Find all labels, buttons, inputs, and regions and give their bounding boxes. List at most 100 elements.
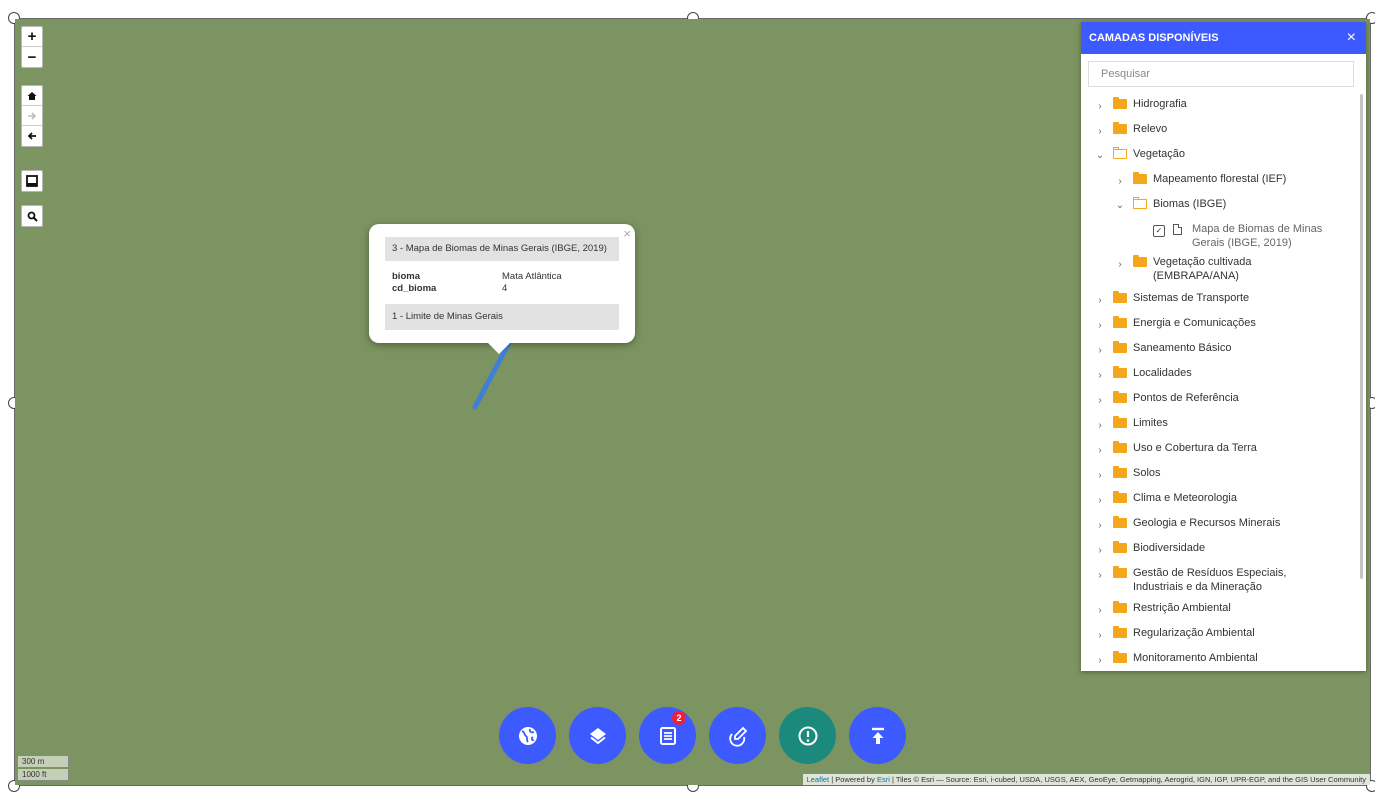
chevron-right-icon[interactable]: › xyxy=(1095,545,1105,556)
layer-search-input[interactable] xyxy=(1088,61,1354,87)
layer-tree-item[interactable]: › Uso e Cobertura da Terra xyxy=(1081,441,1257,461)
chevron-right-icon[interactable]: › xyxy=(1095,630,1105,641)
layer-tree-item[interactable]: › Localidades xyxy=(1081,366,1192,386)
layer-tree-label: Solos xyxy=(1133,467,1161,479)
layer-tree-label: Vegetação xyxy=(1133,148,1185,160)
layers-panel-title: CAMADAS DISPONÍVEIS xyxy=(1089,32,1219,44)
legend-count-badge: 2 xyxy=(672,711,686,725)
attribution-text: | Powered by xyxy=(829,775,877,784)
layer-tree-label: Energia e Comunicações xyxy=(1133,317,1256,329)
chevron-right-icon[interactable]: › xyxy=(1095,126,1105,137)
chevron-right-icon[interactable]: › xyxy=(1095,420,1105,431)
folder-icon xyxy=(1113,466,1127,478)
globe-icon xyxy=(518,726,537,745)
popup-layer-header[interactable]: 3 - Mapa de Biomas de Minas Gerais (IBGE… xyxy=(385,237,619,261)
folder-icon xyxy=(1113,651,1127,663)
layer-tree-item[interactable]: › Hidrografia xyxy=(1081,97,1187,117)
layer-tree-item[interactable]: › Vegetação cultivada (EMBRAPA/ANA) xyxy=(1081,255,1263,287)
chevron-right-icon[interactable]: › xyxy=(1115,259,1125,270)
chevron-right-icon[interactable]: › xyxy=(1095,520,1105,531)
folder-icon xyxy=(1133,172,1147,184)
chevron-down-icon[interactable]: ⌄ xyxy=(1095,150,1105,161)
document-icon xyxy=(1173,224,1182,235)
chevron-right-icon[interactable]: › xyxy=(1095,370,1105,381)
popup-close-button[interactable]: × xyxy=(623,226,631,241)
layer-tree-item[interactable]: › Regularização Ambiental xyxy=(1081,626,1255,646)
chevron-right-icon[interactable]: › xyxy=(1095,295,1105,306)
folder-icon xyxy=(1113,97,1127,109)
layer-tree-item[interactable]: › Energia e Comunicações xyxy=(1081,316,1256,336)
layer-tree-label: Gestão de Resíduos Especiais, Industriai… xyxy=(1133,567,1287,593)
layer-tree-label: Geologia e Recursos Minerais xyxy=(1133,517,1281,529)
layer-tree-label: Clima e Meteorologia xyxy=(1133,492,1237,504)
layer-tree-item[interactable]: ⌄ Biomas (IBGE) xyxy=(1081,197,1226,217)
folder-open-icon xyxy=(1113,147,1127,159)
alert-circle-icon xyxy=(798,726,817,745)
leaflet-link[interactable]: Leaflet xyxy=(807,775,830,784)
basemap-button[interactable] xyxy=(499,707,556,764)
layer-tree-item[interactable]: ✓ Mapa de Biomas de Minas Gerais (IBGE, 2… xyxy=(1081,222,1342,252)
chevron-right-icon[interactable]: › xyxy=(1095,655,1105,666)
popup-field-value: Mata Atlântica xyxy=(502,271,562,282)
layer-tree-label: Limites xyxy=(1133,417,1168,429)
layer-tree-item[interactable]: › Geologia e Recursos Minerais xyxy=(1081,516,1280,536)
layers-panel-close-button[interactable]: × xyxy=(1347,22,1356,54)
chevron-right-icon[interactable]: › xyxy=(1115,176,1125,187)
layer-tree-item[interactable]: ⌄ Vegetação xyxy=(1081,147,1185,167)
layer-tree-item[interactable]: › Gestão de Resíduos Especiais, Industria… xyxy=(1081,566,1323,598)
layer-tree-item[interactable]: › Pontos de Referência xyxy=(1081,391,1239,411)
layer-tree-item[interactable]: › Limites xyxy=(1081,416,1168,436)
layer-tree-label: Relevo xyxy=(1133,123,1168,135)
folder-icon xyxy=(1113,626,1127,638)
folder-icon xyxy=(1113,122,1127,134)
layer-tree-label: Biodiversidade xyxy=(1133,542,1206,554)
chevron-down-icon[interactable]: ⌄ xyxy=(1115,200,1125,211)
map-canvas[interactable]: + − × 3 - Mapa de Biomas de Minas Gerais… xyxy=(15,19,1370,785)
draw-measure-button[interactable] xyxy=(709,707,766,764)
layers-icon xyxy=(589,727,606,744)
layer-tree-label: Regularização Ambiental xyxy=(1133,627,1255,639)
layer-tree-item[interactable]: › Solos xyxy=(1081,466,1161,486)
popup-layer-footer[interactable]: 1 - Limite de Minas Gerais xyxy=(385,304,619,330)
info-alert-button[interactable] xyxy=(779,707,836,764)
layer-tree-item[interactable]: › Monitoramento Ambiental xyxy=(1081,651,1258,671)
chevron-right-icon[interactable]: › xyxy=(1095,605,1105,616)
layer-tree-label: Saneamento Básico xyxy=(1133,342,1232,354)
scale-imperial: 1000 ft xyxy=(17,769,69,781)
chevron-right-icon[interactable]: › xyxy=(1095,320,1105,331)
popup-field-value: 4 xyxy=(502,283,508,294)
folder-icon xyxy=(1113,441,1127,453)
folder-icon xyxy=(1113,601,1127,613)
chevron-right-icon[interactable]: › xyxy=(1095,345,1105,356)
folder-icon xyxy=(1113,316,1127,328)
folder-icon xyxy=(1113,516,1127,528)
layer-tree-item[interactable]: › Restrição Ambiental xyxy=(1081,601,1231,621)
layer-checkbox[interactable]: ✓ xyxy=(1153,225,1165,237)
upload-button[interactable] xyxy=(849,707,906,764)
legend-list-button[interactable]: 2 xyxy=(639,707,696,764)
layer-tree-label: Sistemas de Transporte xyxy=(1133,292,1250,304)
list-icon xyxy=(659,726,676,745)
chevron-right-icon[interactable]: › xyxy=(1095,470,1105,481)
layer-tree-label: Biomas (IBGE) xyxy=(1153,198,1227,210)
layer-tree-item[interactable]: › Clima e Meteorologia xyxy=(1081,491,1237,511)
layers-panel: CAMADAS DISPONÍVEIS × › Hidrografia › Relev… xyxy=(1081,22,1366,671)
map-attribution: Leaflet | Powered by Esri | Tiles © Esri… xyxy=(802,774,1370,785)
layers-button[interactable] xyxy=(569,707,626,764)
folder-open-icon xyxy=(1133,197,1147,209)
chevron-right-icon[interactable]: › xyxy=(1095,395,1105,406)
layer-tree-item[interactable]: › Relevo xyxy=(1081,122,1167,142)
layer-tree-item[interactable]: › Sistemas de Transporte xyxy=(1081,291,1249,311)
chevron-right-icon[interactable]: › xyxy=(1095,101,1105,112)
folder-icon xyxy=(1113,491,1127,503)
chevron-right-icon[interactable]: › xyxy=(1095,570,1105,581)
chevron-right-icon[interactable]: › xyxy=(1095,495,1105,506)
esri-link[interactable]: Esri xyxy=(877,775,890,784)
layer-tree-label: Pontos de Referência xyxy=(1133,392,1239,404)
layer-tree-item[interactable]: › Mapeamento florestal (IEF) xyxy=(1081,172,1286,192)
layer-tree-item[interactable]: › Saneamento Básico xyxy=(1081,341,1231,361)
chevron-right-icon[interactable]: › xyxy=(1095,445,1105,456)
folder-icon xyxy=(1113,341,1127,353)
layer-tree-item[interactable]: › Biodiversidade xyxy=(1081,541,1205,561)
layer-tree-scrollbar[interactable] xyxy=(1360,94,1363,579)
